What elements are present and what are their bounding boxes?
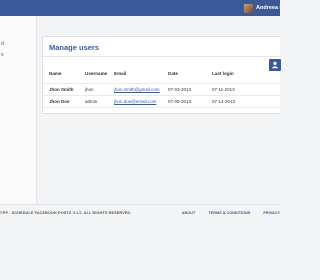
manage-users-panel: Manage users Name Username Email Date La… (42, 36, 281, 114)
footer-copyright: ©PP - SCHEDULE FACEBOOK POSTS V.1.0. ALL… (0, 211, 132, 215)
footer-link-privacy[interactable]: PRIVACY (263, 211, 280, 215)
table-header-row: Name Username Email Date Last login (43, 65, 281, 83)
cell-date: 07-03-2013 (168, 82, 212, 95)
column-header-last-login[interactable]: Last login (212, 65, 281, 83)
footer-link-terms[interactable]: TERMS & CONDITIONS (208, 211, 250, 215)
footer-links: ABOUT TERMS & CONDITIONS PRIVACY (170, 211, 280, 215)
user-avatar[interactable] (244, 3, 253, 13)
cell-date: 07-09-2013 (168, 94, 212, 108)
column-header-name[interactable]: Name (43, 65, 85, 83)
sidebar-item-2[interactable]: s (0, 51, 36, 60)
cell-last-login: 07-14-2013 (212, 94, 281, 108)
cell-last-login: 07-11-2013 (212, 82, 281, 95)
table-row[interactable]: Jhon Doe admin jhon.doe@email.com 07-09-… (43, 94, 281, 108)
sidebar: d s (0, 16, 37, 204)
column-header-email[interactable]: Email (114, 65, 168, 83)
cell-username: jhon (85, 82, 114, 95)
page-title: Manage users (49, 43, 100, 52)
cell-name: Jhon Smith (43, 82, 85, 95)
column-header-username[interactable]: Username (85, 65, 114, 83)
cell-email-link[interactable]: jhon.doe@email.com (114, 94, 168, 108)
cell-name: Jhon Doe (43, 94, 85, 108)
sidebar-item-1[interactable]: d (0, 40, 36, 49)
cell-email-link[interactable]: jhon.smith@gmail.com (114, 82, 168, 95)
cell-username: admin (85, 94, 114, 108)
footer-link-about[interactable]: ABOUT (182, 211, 196, 215)
top-navbar: Andreea R (0, 0, 280, 16)
table-row[interactable]: Jhon Smith jhon jhon.smith@gmail.com 07-… (43, 82, 281, 95)
footer-divider (0, 204, 280, 205)
user-name-menu[interactable]: Andreea R (256, 5, 280, 11)
users-table: Name Username Email Date Last login Jhon… (43, 65, 281, 108)
column-header-date[interactable]: Date (168, 65, 212, 83)
panel-divider (43, 56, 281, 57)
